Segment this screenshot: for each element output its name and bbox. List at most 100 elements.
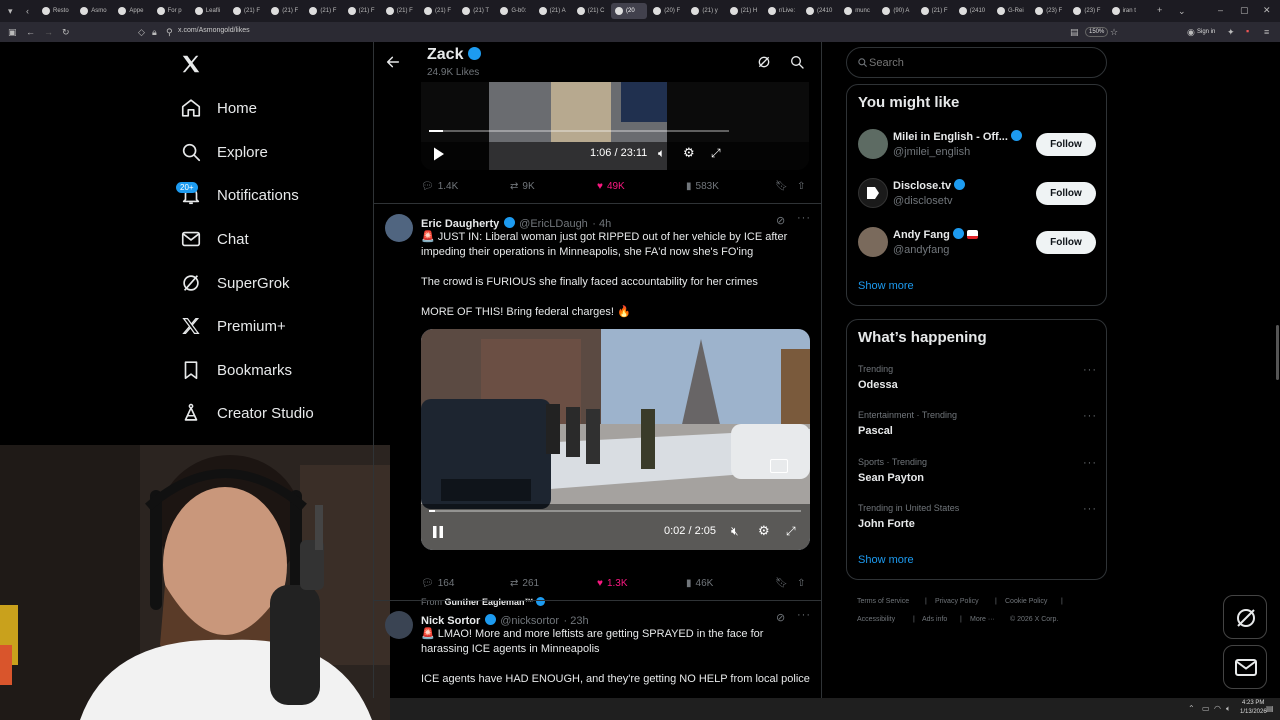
more-options-icon[interactable]: ··· [1083, 410, 1097, 422]
share-button[interactable]: ⇧ [797, 181, 805, 192]
browser-tab[interactable]: (20) F [649, 3, 685, 19]
video-player[interactable]: 1:06 / 23:11 🔈︎ ⚙ ⤢ [421, 82, 809, 170]
browser-tab[interactable]: (23) F [1069, 3, 1105, 19]
browser-tab[interactable]: (21) F [420, 3, 456, 19]
menu-icon[interactable]: ≡ [1264, 27, 1269, 37]
repost-button[interactable]: ⇄ 261 [510, 578, 539, 589]
browser-tab[interactable]: (21) A [535, 3, 571, 19]
sign-in-link[interactable]: Sign in [1197, 29, 1215, 35]
nav-explore[interactable]: Explore [180, 137, 268, 167]
tweet-time[interactable]: · 4h [592, 218, 611, 230]
grok-floating-button[interactable] [1223, 595, 1267, 639]
video-progress-track[interactable] [429, 130, 729, 132]
reader-view-icon[interactable]: ▤ [1070, 27, 1079, 37]
chevron-up-icon[interactable]: ⌃ [1188, 704, 1195, 714]
sidebar-toggle-icon[interactable]: ▣ [8, 27, 17, 37]
browser-tab[interactable]: r/Live: [764, 3, 800, 19]
mute-icon[interactable]: 🔇︎ [731, 524, 739, 539]
settings-gear-icon[interactable]: ⚙ [758, 523, 770, 539]
messages-floating-button[interactable] [1223, 645, 1267, 689]
nav-chat[interactable]: Chat [180, 224, 249, 254]
more-options-icon[interactable]: ··· [797, 609, 811, 621]
tab-scroll-left-icon[interactable]: ‹ [26, 6, 29, 16]
browser-tab[interactable]: (21) F [305, 3, 341, 19]
author-handle[interactable]: @EricLDaugh [519, 218, 588, 230]
browser-tab[interactable]: (21) y [687, 3, 723, 19]
grok-icon[interactable]: ⊘ [776, 611, 785, 624]
show-more-link[interactable]: Show more [858, 280, 914, 292]
settings-gear-icon[interactable]: ⚙ [683, 145, 695, 161]
like-button[interactable]: ♥ 49K [597, 181, 625, 192]
follow-button[interactable]: Follow [1036, 182, 1096, 205]
share-button[interactable]: ⇧ [797, 578, 805, 589]
browser-tab[interactable]: (21) H [726, 3, 762, 19]
suggestion-name[interactable]: Disclose.tv [893, 179, 966, 192]
wifi-icon[interactable]: ◠ [1214, 704, 1221, 714]
tweet[interactable]: Nick Sortor @nicksortor · 23h ⊘ ··· 🚨 LM… [374, 601, 821, 698]
trend-item[interactable]: Trending Odessa ··· [847, 360, 1108, 400]
browser-tab[interactable]: (21) F [344, 3, 380, 19]
browser-tab[interactable]: (21) F [267, 3, 303, 19]
trend-item[interactable]: Sports · Trending Sean Payton ··· [847, 453, 1108, 493]
account-icon[interactable]: ◉ [1187, 27, 1195, 37]
browser-tab[interactable]: G-Rei [993, 3, 1029, 19]
views-button[interactable]: ▮ 46K [686, 578, 713, 589]
author-handle[interactable]: @nicksortor [500, 615, 559, 627]
more-options-icon[interactable]: ··· [1083, 457, 1097, 469]
clock-date[interactable]: 1/13/2026 [1240, 709, 1267, 715]
tweet[interactable]: Eric Daugherty @EricLDaugh · 4h ⊘ ··· 🚨 … [374, 204, 821, 607]
browser-tab[interactable]: iran t [1108, 3, 1144, 19]
back-arrow-icon[interactable]: ← [26, 27, 35, 37]
browser-tab[interactable]: Resto [38, 3, 74, 19]
repost-button[interactable]: ⇄ 9K [510, 181, 535, 192]
lock-icon[interactable]: 🔒︎ [152, 27, 157, 37]
avatar[interactable] [858, 178, 888, 208]
suggestion-name[interactable]: Andy Fang [893, 228, 978, 241]
maximize-icon[interactable]: ▢ [1240, 5, 1249, 15]
picture-in-picture-icon[interactable] [770, 459, 788, 473]
author-name[interactable]: Nick Sortor [421, 615, 480, 627]
tab-list-icon[interactable]: ▾ [8, 6, 13, 16]
author-name[interactable]: Eric Daugherty [421, 218, 499, 230]
search-icon[interactable] [789, 54, 805, 70]
nav-premium[interactable]: Premium+ [180, 311, 286, 341]
volume-icon[interactable]: 🔈︎ [1226, 704, 1231, 714]
nav-creator-studio[interactable]: Creator Studio [180, 398, 314, 428]
search-box[interactable] [846, 47, 1107, 78]
browser-tab[interactable]: (21) F [382, 3, 418, 19]
follow-button[interactable]: Follow [1036, 133, 1096, 156]
browser-tab[interactable]: (90) A [878, 3, 914, 19]
browser-tab[interactable]: (21) T [458, 3, 494, 19]
browser-tab[interactable]: Appe [114, 3, 150, 19]
bookmark-button[interactable]: 🔖︎ [775, 181, 788, 192]
suggestion-handle[interactable]: @disclosetv [893, 195, 952, 207]
scrollbar[interactable] [1276, 325, 1279, 380]
more-options-icon[interactable]: ··· [797, 212, 811, 224]
browser-tab[interactable]: (2410 [955, 3, 991, 19]
browser-tab[interactable]: Leafli [191, 3, 227, 19]
avatar[interactable] [385, 214, 413, 242]
nav-home[interactable]: Home [180, 93, 257, 123]
monitor-icon[interactable]: ▭ [1202, 704, 1210, 714]
reply-button[interactable]: 💬︎ 1.4K [421, 181, 458, 192]
clock-time[interactable]: 4:23 PM [1242, 700, 1264, 706]
back-arrow-icon[interactable] [385, 54, 401, 70]
footer-link[interactable]: Accessibility [857, 616, 895, 623]
suggestion-handle[interactable]: @jmilei_english [893, 146, 970, 158]
shield-icon[interactable]: ◇ [138, 27, 145, 37]
browser-tab[interactable]: For p [153, 3, 189, 19]
bookmark-button[interactable]: 🔖︎ [775, 578, 788, 589]
footer-link[interactable]: Ads info [922, 616, 947, 623]
browser-tab[interactable]: (21) C [573, 3, 609, 19]
reload-icon[interactable]: ↻ [62, 27, 70, 37]
trend-item[interactable]: Trending in United States John Forte ··· [847, 499, 1108, 539]
more-options-icon[interactable]: ··· [1083, 503, 1097, 515]
close-window-icon[interactable]: ✕ [1263, 5, 1271, 15]
bookmark-star-icon[interactable]: ☆ [1110, 27, 1118, 37]
tweet-time[interactable]: · 23h [564, 615, 589, 627]
show-more-link[interactable]: Show more [858, 554, 914, 566]
browser-tab[interactable]: (20 [611, 3, 648, 19]
avatar[interactable] [858, 129, 888, 159]
nav-bookmarks[interactable]: Bookmarks [180, 355, 292, 385]
permissions-icon[interactable]: ⚲ [166, 27, 173, 37]
